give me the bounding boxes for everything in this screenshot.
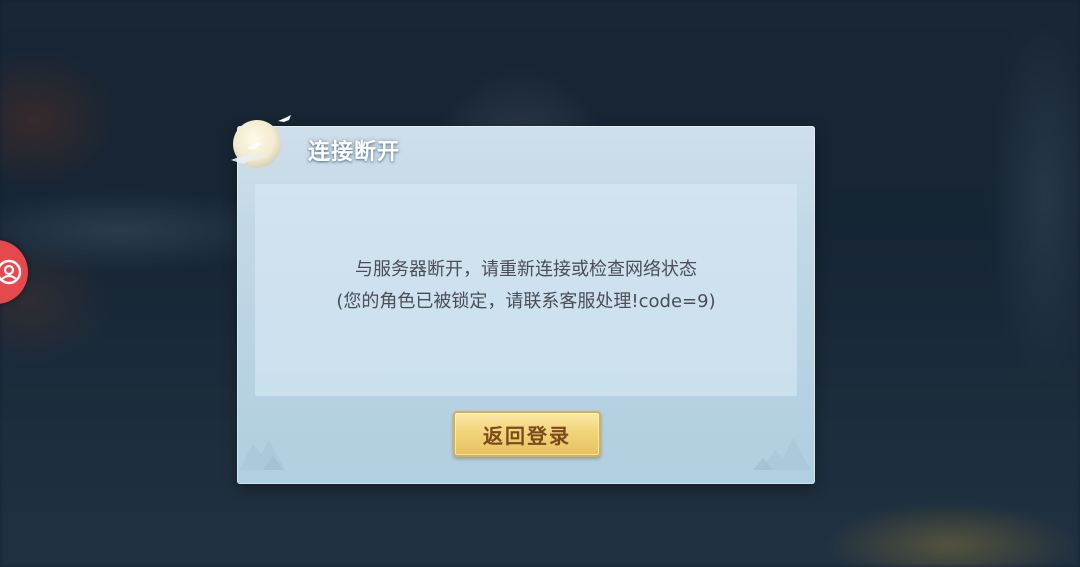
- moon-crane-emblem-icon: [231, 115, 291, 168]
- mountain-decoration-right-icon: [753, 438, 811, 470]
- return-to-login-button[interactable]: 返回登录: [453, 411, 601, 457]
- disconnect-message: 与服务器断开，请重新连接或检查网络状态: [355, 259, 697, 280]
- lock-notice-message: (您的角色已被锁定，请联系客服处理!code=9): [336, 291, 716, 312]
- dialog-header: 连接断开: [231, 115, 815, 176]
- support-icon: [0, 259, 22, 285]
- return-to-login-label: 返回登录: [483, 423, 571, 448]
- game-screen: 连接断开 与服务器断开，请重新连接或检查网络状态 (您的角色已被锁定，请联系客服…: [0, 0, 1080, 567]
- dialog-title: 连接断开: [308, 139, 401, 165]
- message-panel: 与服务器断开，请重新连接或检查网络状态 (您的角色已被锁定，请联系客服处理!co…: [255, 184, 797, 396]
- mountain-decoration-left-icon: [239, 440, 285, 470]
- connection-lost-dialog: 连接断开 与服务器断开，请重新连接或检查网络状态 (您的角色已被锁定，请联系客服…: [231, 115, 815, 484]
